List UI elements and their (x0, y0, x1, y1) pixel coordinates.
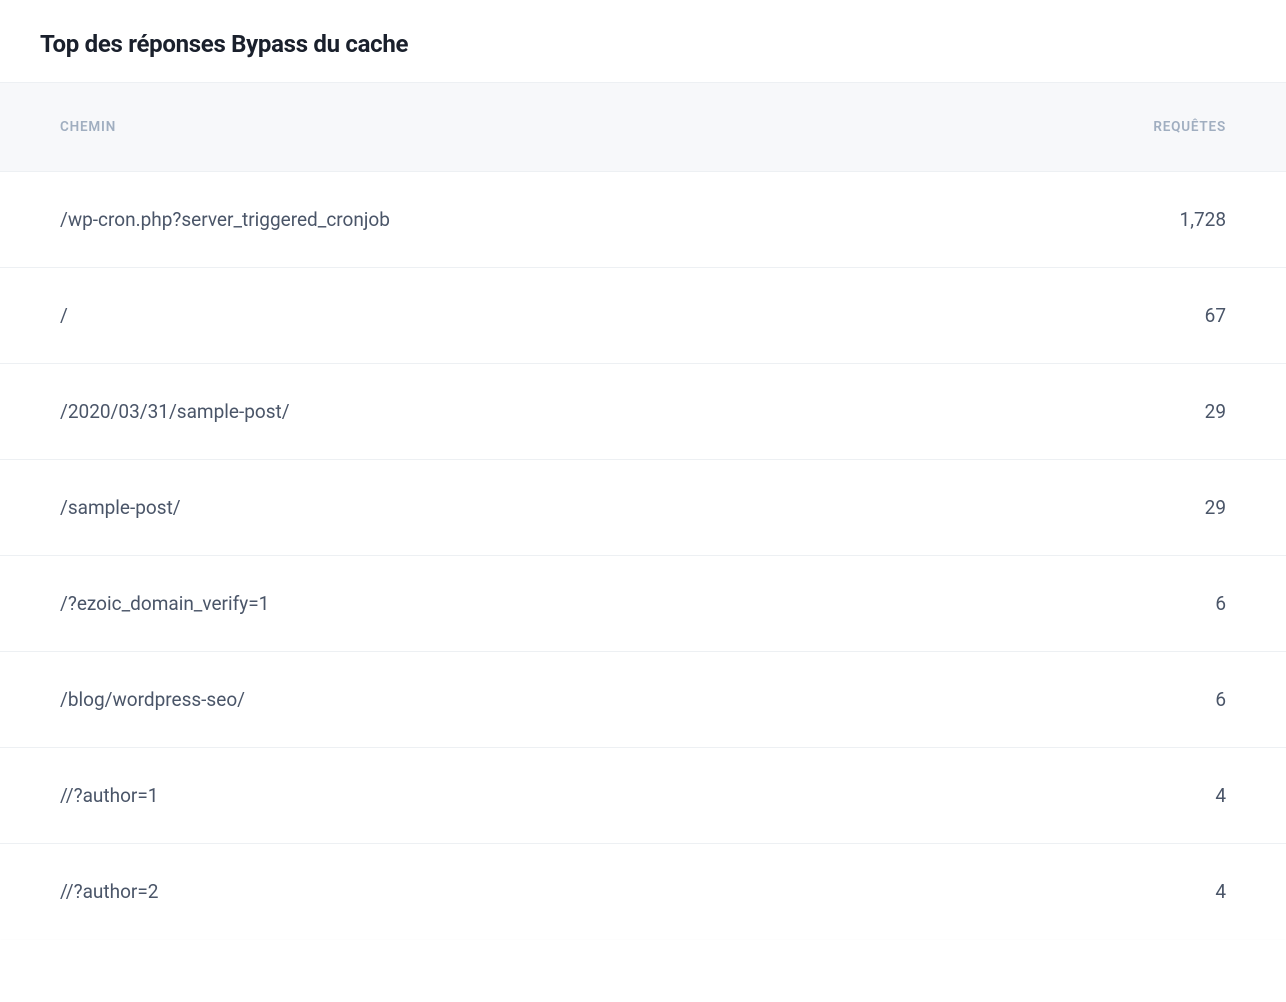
cell-requests: 6 (1215, 592, 1226, 615)
table-row[interactable]: / 67 (0, 268, 1286, 364)
cell-requests: 6 (1215, 688, 1226, 711)
cell-requests: 29 (1205, 496, 1226, 519)
table-row[interactable]: /2020/03/31/sample-post/ 29 (0, 364, 1286, 460)
cell-requests: 1,728 (1180, 208, 1226, 231)
cell-requests: 4 (1215, 784, 1226, 807)
column-header-requests: REQUÊTES (1153, 119, 1226, 135)
panel-header: Top des réponses Bypass du cache (0, 0, 1286, 82)
table-row[interactable]: /blog/wordpress-seo/ 6 (0, 652, 1286, 748)
cell-path: //?author=2 (60, 880, 158, 903)
column-header-path: CHEMIN (60, 119, 116, 135)
table-row[interactable]: /wp-cron.php?server_triggered_cronjob 1,… (0, 172, 1286, 268)
cell-requests: 67 (1205, 304, 1226, 327)
table-row[interactable]: //?author=2 4 (0, 844, 1286, 939)
table-row[interactable]: //?author=1 4 (0, 748, 1286, 844)
cell-path: /2020/03/31/sample-post/ (60, 400, 290, 423)
panel: Top des réponses Bypass du cache CHEMIN … (0, 0, 1286, 939)
table-body: /wp-cron.php?server_triggered_cronjob 1,… (0, 172, 1286, 939)
table-row[interactable]: /?ezoic_domain_verify=1 6 (0, 556, 1286, 652)
cell-path: /blog/wordpress-seo/ (60, 688, 245, 711)
table-row[interactable]: /sample-post/ 29 (0, 460, 1286, 556)
cell-requests: 29 (1205, 400, 1226, 423)
page-title: Top des réponses Bypass du cache (40, 30, 1246, 58)
cell-path: //?author=1 (60, 784, 158, 807)
cell-path: / (60, 304, 68, 327)
cell-requests: 4 (1215, 880, 1226, 903)
table-header-row: CHEMIN REQUÊTES (0, 82, 1286, 172)
cell-path: /wp-cron.php?server_triggered_cronjob (60, 208, 390, 231)
cell-path: /?ezoic_domain_verify=1 (60, 592, 269, 615)
cell-path: /sample-post/ (60, 496, 181, 519)
